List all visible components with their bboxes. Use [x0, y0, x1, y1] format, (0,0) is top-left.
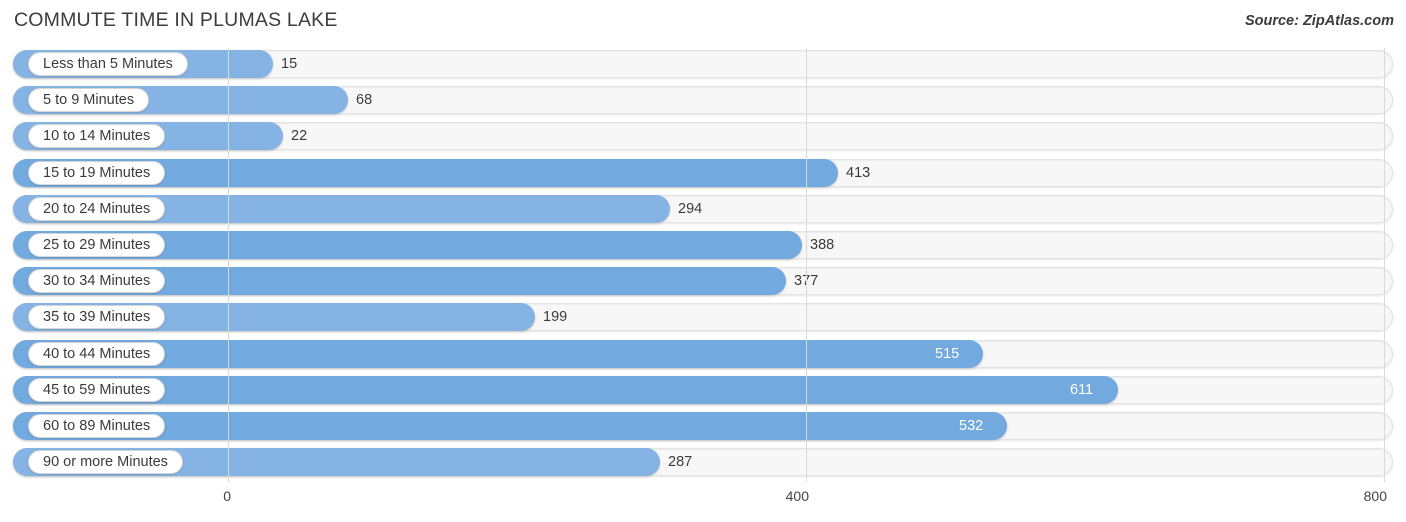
- value-label: 68: [356, 92, 373, 109]
- category-label: 60 to 89 Minutes: [28, 414, 166, 438]
- bar-row[interactable]: 30 to 34 Minutes 377: [13, 267, 1393, 296]
- bar-row[interactable]: 5 to 9 Minutes 68: [13, 86, 1393, 115]
- x-axis: 0 400 800: [0, 486, 1406, 522]
- x-axis-tick-label: 800: [1363, 488, 1387, 504]
- value-label: 294: [678, 200, 703, 217]
- x-axis-tick-label: 0: [223, 488, 231, 504]
- category-label: 10 to 14 Minutes: [28, 124, 166, 149]
- category-label: 45 to 59 Minutes: [28, 377, 166, 402]
- bar-row[interactable]: 10 to 14 Minutes 22: [13, 122, 1393, 151]
- category-label: 35 to 39 Minutes: [28, 305, 166, 330]
- bar-row[interactable]: 90 or more Minutes 287: [13, 448, 1393, 477]
- bar-row[interactable]: 15 to 19 Minutes 413: [13, 158, 1393, 187]
- value-label: 22: [291, 128, 308, 145]
- source-attribution: Source: ZipAtlas.com: [1244, 13, 1394, 29]
- value-label: 377: [794, 273, 819, 290]
- bar-row[interactable]: 60 to 89 Minutes 532: [13, 412, 1393, 440]
- category-label: 40 to 44 Minutes: [28, 341, 166, 366]
- chart-header: COMMUTE TIME IN PLUMAS LAKE Source: ZipA…: [0, 0, 1406, 44]
- value-label: 413: [846, 164, 871, 181]
- bar-row[interactable]: 20 to 24 Minutes 294: [13, 194, 1393, 223]
- category-label: 20 to 24 Minutes: [28, 196, 166, 221]
- value-label: 199: [543, 309, 568, 326]
- category-label: 30 to 34 Minutes: [28, 269, 166, 294]
- x-axis-tick-label: 400: [785, 488, 809, 504]
- category-label: 5 to 9 Minutes: [28, 88, 150, 113]
- bar-row[interactable]: Less than 5 Minutes 15: [13, 50, 1393, 78]
- bar-row[interactable]: 25 to 29 Minutes 388: [13, 231, 1393, 259]
- value-label: 515: [935, 345, 960, 362]
- category-label: 90 or more Minutes: [28, 450, 183, 475]
- bar-row[interactable]: 45 to 59 Minutes 611: [13, 375, 1393, 404]
- bar-chart-plot-area: Less than 5 Minutes 15 5 to 9 Minutes 68 10 …: [0, 44, 1406, 486]
- value-label: 388: [810, 237, 835, 253]
- category-label: 25 to 29 Minutes: [28, 233, 166, 257]
- category-label: 15 to 19 Minutes: [28, 160, 166, 185]
- bar-rows-container: Less than 5 Minutes 15 5 to 9 Minutes 68 10 …: [0, 44, 1406, 486]
- value-label: 532: [959, 418, 984, 434]
- page-title: COMMUTE TIME IN PLUMAS LAKE: [14, 9, 338, 31]
- value-label: 15: [281, 56, 298, 72]
- value-bar[interactable]: [13, 375, 1118, 404]
- bar-row[interactable]: 35 to 39 Minutes 199: [13, 303, 1393, 332]
- value-label: 611: [1070, 381, 1094, 398]
- value-label: 287: [668, 454, 693, 471]
- bar-row[interactable]: 40 to 44 Minutes 515: [13, 339, 1393, 368]
- category-label: Less than 5 Minutes: [28, 52, 188, 76]
